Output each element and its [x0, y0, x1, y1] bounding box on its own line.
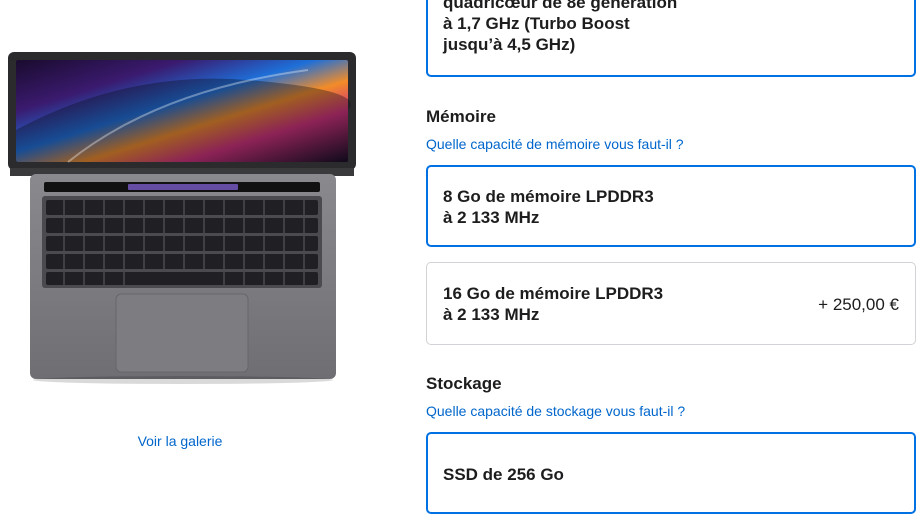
view-gallery-link[interactable]: Voir la galerie [120, 433, 240, 449]
memory-help-link[interactable]: Quelle capacité de mémoire vous faut-il … [426, 136, 684, 152]
memory-option-label: 16 Go de mémoire LPDDR3 à 2 133 MHz [443, 284, 664, 324]
memory-section-title: Mémoire [426, 107, 496, 126]
storage-option-label: SSD de 256 Go [443, 465, 564, 484]
processor-option-label: quadricœur de 8e génération à 1,7 GHz (T… [443, 0, 678, 54]
storage-help-link[interactable]: Quelle capacité de stockage vous faut-il… [426, 403, 685, 419]
product-image [8, 50, 358, 385]
memory-option-8gb[interactable]: 8 Go de mémoire LPDDR3 à 2 133 MHz [426, 165, 916, 247]
processor-option-selected[interactable]: quadricœur de 8e génération à 1,7 GHz (T… [426, 0, 916, 77]
storage-option-256gb[interactable]: SSD de 256 Go [426, 432, 916, 514]
memory-option-price: + 250,00 € [818, 295, 899, 314]
macbook-pro-illustration [8, 52, 356, 384]
memory-option-label: 8 Go de mémoire LPDDR3 à 2 133 MHz [443, 187, 654, 227]
storage-section-title: Stockage [426, 374, 502, 393]
memory-option-16gb[interactable]: 16 Go de mémoire LPDDR3 à 2 133 MHz + 25… [426, 262, 916, 345]
